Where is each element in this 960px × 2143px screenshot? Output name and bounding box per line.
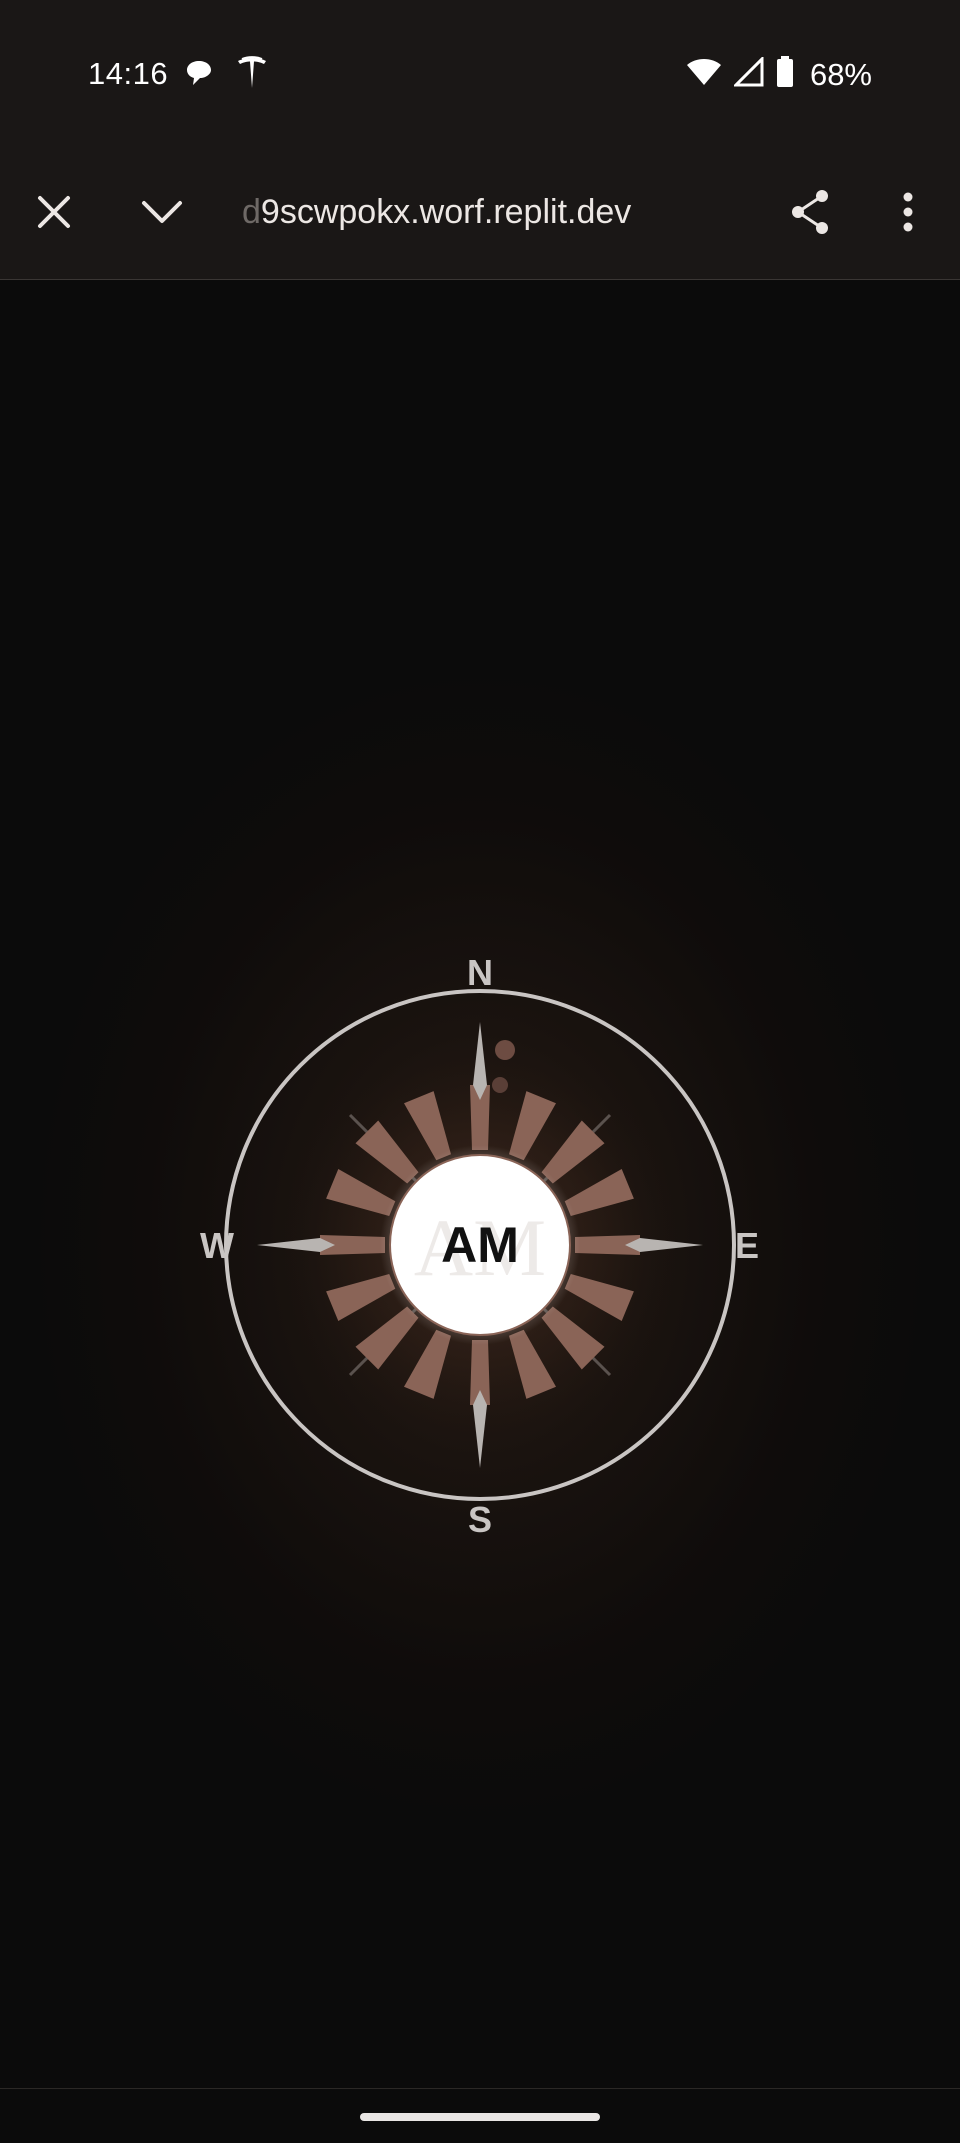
url-bar[interactable]: d9scwpokx.worf.replit.dev [242,193,742,232]
battery-icon [776,56,794,93]
battery-percent: 68% [809,56,872,92]
direction-north: N [467,952,493,993]
url-faded-prefix: d [242,193,261,231]
status-left-icons [184,56,268,95]
share-button[interactable] [774,178,846,250]
chat-bubble-icon [184,58,214,93]
share-icon [788,188,832,241]
direction-south: S [468,1499,492,1540]
browser-toolbar: d9scwpokx.worf.replit.dev [0,150,960,280]
home-gesture-pill[interactable] [360,2113,600,2121]
status-right-icons: 68% [686,55,872,93]
compass-graphic: AM AM N E S W [200,952,759,1540]
more-vert-icon [902,192,914,237]
compass-dot-large [495,1040,515,1060]
gesture-navigation-area [0,2088,960,2143]
direction-east: E [735,1225,759,1266]
more-menu-button[interactable] [872,178,944,250]
wifi-icon [686,57,722,92]
url-text: 9scwpokx.worf.replit.dev [260,193,632,231]
compass: AM AM N E S W [180,935,780,1555]
tesla-icon [236,56,268,95]
compass-dot-small [492,1077,508,1093]
chevron-down-icon [140,197,184,232]
close-button[interactable] [18,178,90,250]
close-icon [34,192,74,237]
signal-icon [732,55,764,92]
status-bar: 14:16 68% [0,0,960,150]
direction-west: W [200,1225,234,1266]
center-text: AM [441,1217,519,1273]
status-time: 14:16 [88,56,169,91]
collapse-button[interactable] [126,178,198,250]
